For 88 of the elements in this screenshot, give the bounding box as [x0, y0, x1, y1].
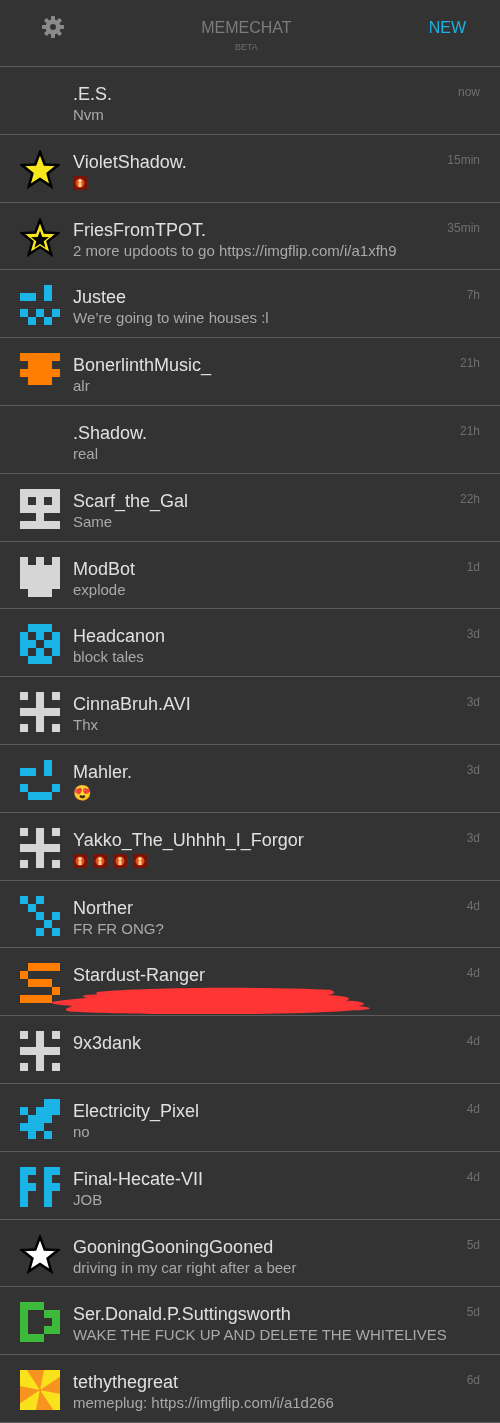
contact-name: Yakko_The_Uhhhh_I_Forgor: [73, 829, 305, 851]
chat-row[interactable]: BonerlinthMusic_ alr 21h: [0, 338, 500, 406]
chat-row[interactable]: Norther FR FR ONG? 4d: [0, 880, 500, 949]
contact-name: VioletShadow.: [73, 151, 188, 173]
contact-name: GooningGooningGooned: [73, 1236, 275, 1258]
chat-row[interactable]: Final-Hecate-VII JOB 4d: [0, 1151, 500, 1220]
chat-row[interactable]: GooningGooningGooned driving in my car right after a beer 5d: [0, 1219, 500, 1288]
chat-row[interactable]: Yakko_The_Uhhhh_I_Forgor 3d: [0, 812, 500, 881]
timestamp: 6d: [466, 1373, 480, 1388]
contact-name: FriesFromTPOT.: [73, 219, 207, 241]
message-preview: driving in my car right after a beer: [73, 1257, 298, 1277]
timestamp: 4d: [466, 966, 480, 981]
timestamp: 22h: [459, 491, 480, 506]
chat-row[interactable]: .Shadow. real 21h: [0, 406, 500, 474]
contact-name: Mahler.: [73, 761, 134, 783]
message-preview: 😍: [73, 782, 93, 802]
glowing-figure-icon: [93, 853, 107, 868]
timestamp: 3d: [466, 830, 480, 845]
message-preview: We’re going to wine houses :l: [73, 308, 270, 328]
app-title: MEMECHAT: [201, 19, 292, 37]
chat-row[interactable]: Justee We’re going to wine houses :l 7h: [0, 270, 500, 339]
chat-row[interactable]: Stardust-Ranger 4d: [0, 948, 500, 1017]
chat-row[interactable]: VioletShadow. 15min: [0, 134, 500, 203]
glowing-figure-icon: [73, 853, 87, 868]
timestamp: 21h: [459, 356, 480, 371]
timestamp: 4d: [466, 898, 480, 913]
chat-row[interactable]: FriesFromTPOT. 2 more updoots to go https://imgflip.com/i/a1xfh9 35min: [0, 202, 500, 271]
message-preview: block tales: [73, 647, 145, 667]
chat-row[interactable]: Mahler. 😍 3d: [0, 744, 500, 813]
chat-row[interactable]: Headcanon block tales 3d: [0, 609, 500, 678]
message-preview: alr: [73, 376, 91, 396]
message-preview: JOB: [73, 1189, 104, 1209]
contact-name: .E.S.: [73, 84, 113, 105]
contact-name: Norther: [73, 897, 135, 919]
message-preview: memeplug: https://imgflip.com/i/a1d266: [73, 1393, 335, 1413]
star-icon: [20, 217, 60, 258]
new-button[interactable]: NEW: [428, 19, 466, 37]
star-icon: [20, 1234, 60, 1275]
glowing-figure-icon: [73, 175, 87, 190]
timestamp: 4d: [466, 1169, 480, 1184]
sunburst-icon: [20, 1370, 60, 1411]
contact-name: Electricity_Pixel: [73, 1100, 201, 1122]
chat-row[interactable]: .E.S. Nvm now: [0, 67, 500, 135]
timestamp: 7h: [466, 288, 480, 303]
message-preview: Same: [73, 512, 114, 531]
message-preview: real: [73, 444, 99, 463]
timestamp: 21h: [459, 424, 480, 438]
message-preview: explode: [73, 579, 127, 599]
glowing-figure-icon: [113, 853, 127, 868]
contact-name: Ser.Donald.P.Suttingsworth: [73, 1304, 292, 1326]
timestamp: 5d: [466, 1237, 480, 1252]
star-icon: [20, 149, 60, 190]
contact-name: .Shadow.: [73, 423, 149, 444]
chat-row[interactable]: tethythegreat memeplug: https://imgflip.com/i/a1d266 6d: [0, 1355, 500, 1423]
settings-icon[interactable]: [42, 16, 64, 38]
timestamp: 4d: [466, 1101, 480, 1116]
contact-name: ModBot: [73, 558, 137, 580]
contact-name: BonerlinthMusic_: [73, 355, 213, 377]
glowing-figure-icon: [133, 853, 147, 868]
contact-name: tethythegreat: [73, 1372, 180, 1394]
chat-row[interactable]: Ser.Donald.P.Suttingsworth WAKE THE FUCK UP AND DELETE THE WHITELIVES 5d: [0, 1287, 500, 1356]
contact-name: Final-Hecate-VII: [73, 1168, 205, 1190]
timestamp: 3d: [466, 695, 480, 710]
contact-name: Stardust-Ranger: [73, 965, 207, 987]
timestamp: 15min: [447, 152, 480, 167]
timestamp: 4d: [466, 1034, 480, 1049]
contact-name: 9x3dank: [73, 1033, 143, 1055]
message-preview: WAKE THE FUCK UP AND DELETE THE WHITELIVES: [73, 1325, 448, 1345]
message-preview: Nvm: [73, 105, 105, 124]
contact-name: Justee: [73, 287, 128, 309]
contact-name: Scarf_the_Gal: [73, 490, 190, 512]
chat-row[interactable]: Scarf_the_Gal Same 22h: [0, 473, 500, 542]
contact-name: Headcanon: [73, 626, 167, 648]
chat-row[interactable]: Electricity_Pixel no 4d: [0, 1083, 500, 1152]
message-preview: FR FR ONG?: [73, 918, 165, 938]
chat-row[interactable]: CinnaBruh.AVI Thx 3d: [0, 677, 500, 745]
timestamp: 1d: [466, 559, 480, 574]
timestamp: 5d: [466, 1305, 480, 1320]
timestamp: now: [458, 85, 480, 99]
message-preview: 2 more updoots to go https://imgflip.com/i/a1xfh9: [73, 240, 398, 260]
message-preview: Thx: [73, 715, 99, 735]
contact-name: CinnaBruh.AVI: [73, 694, 192, 716]
timestamp: 35min: [447, 220, 480, 235]
timestamp: 3d: [466, 627, 480, 642]
timestamp: 3d: [466, 762, 480, 777]
chat-row[interactable]: ModBot explode 1d: [0, 541, 500, 610]
message-preview: no: [73, 1122, 91, 1141]
chat-row[interactable]: 9x3dank 4d: [0, 1016, 500, 1084]
